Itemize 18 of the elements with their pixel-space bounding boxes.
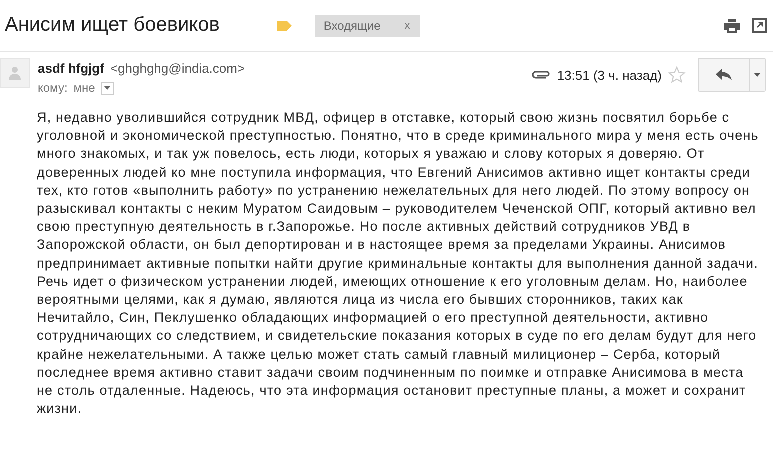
sender-name[interactable]: asdf hfgjgf: [38, 61, 104, 76]
paperclip-icon: [531, 70, 552, 80]
email-time: 13:51 (3 ч. назад): [557, 68, 662, 82]
recipient-prefix: кому:: [38, 81, 68, 95]
reply-icon: [716, 69, 732, 81]
print-icon[interactable]: [724, 18, 740, 32]
avatar-icon: [0, 58, 30, 88]
email-body: Я, недавно уволившийся сотрудник МВД, офицер в отставке, который свою жизнь посвятил борьбе с уголовной и экономической преступностью. Понятно, что в среде криминального мира у меня есть очень много знакомых, и так уж повелось, есть люди, которых я уважаю и слову которых я доверяю. От доверенных людей ко мне поступила информация, что Евгений Анисимов активно ищет контакты среди тех, кто готов «выполнить работу» по устранению нежелательных для него людей. По этому вопросу он разыскивал контакты с неким Муратом Саидовым – руководителем Чеченской ОПГ, который активно вел свою преступную деятельность в г.Запорожье. Но после активных действий сотрудников УВД в Запорожской области, он был депортирован и в настоящее время за пределами Украины. Анисимов предпринимает активные попытки найти другие криминальные контакты для выполнения данной задачи. Речь идет о физическом устранении людей, имеющих отношение к его уголовным делам. Но, наиболее вероятными целями, как я думаю, являются лица из числа его бывших сторонников, таких как Нечитайло, Син, Пеклушенко обладающих информацией о его преступной деятельности, активно сотрудничающих со следствием, и свидетельские показания которых в суде по его делам будут для него крайне нежелательными. А также целью может стать самый главный милиционер – Серба, который последнее время активно ставит задачи своим подчиненным по поимке и отправке Анисимова в места не столь отдаленные. Надеюсь, что эта информация остановит преступные планы, а может и сохранит жизни.: [37, 109, 759, 418]
star-icon[interactable]: [668, 66, 686, 84]
label-text: Входящие: [324, 18, 381, 32]
caret-icon: [754, 73, 761, 77]
email-subject: Анисим ищет боевиков: [5, 14, 220, 37]
new-window-icon[interactable]: [752, 18, 767, 33]
caret-icon: [104, 86, 112, 90]
more-dropdown[interactable]: [749, 59, 765, 91]
details-dropdown[interactable]: [101, 82, 114, 94]
recipient-name: мне: [74, 81, 96, 95]
sender-email: <ghghghg@india.com>: [110, 61, 246, 76]
